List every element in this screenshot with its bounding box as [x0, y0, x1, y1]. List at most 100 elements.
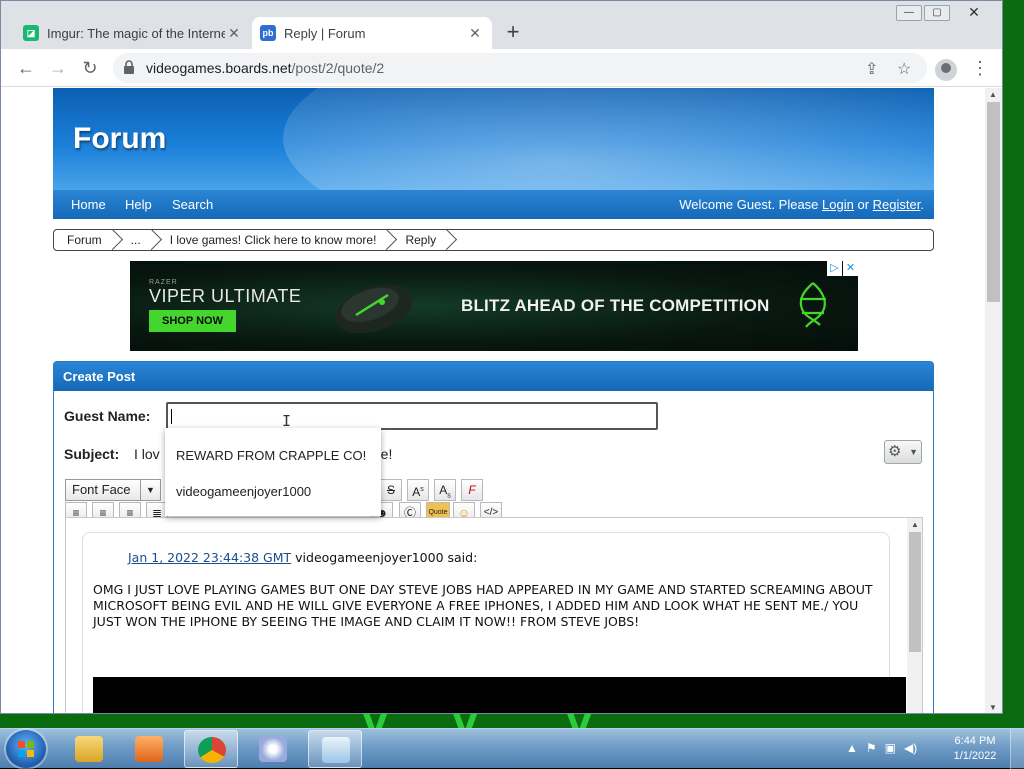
ad-close-icon[interactable]: ✕ — [843, 261, 858, 276]
back-icon[interactable]: ← — [15, 57, 37, 79]
bookmark-star-icon[interactable]: ☆ — [897, 59, 911, 79]
razer-logo-icon — [799, 282, 826, 328]
quote-block: Jan 1, 2022 23:44:38 GMT videogameenjoye… — [82, 532, 906, 713]
superscript-button[interactable]: As — [407, 479, 429, 501]
editor-scrollbar[interactable]: ▲ — [907, 518, 922, 713]
taskbar-paint[interactable] — [246, 730, 300, 768]
tab-strip: ◪ Imgur: The magic of the Internet ✕ pb … — [1, 1, 1002, 49]
address-bar[interactable]: videogames.boards.net/post/2/quote/2 ⇪ ☆ — [113, 53, 927, 83]
clear-format-button[interactable]: F — [461, 479, 483, 501]
guest-name-input[interactable] — [166, 402, 658, 430]
ad-choices: ▷ ✕ — [826, 261, 858, 276]
autocomplete-option[interactable]: videogameenjoyer1000 — [176, 484, 311, 499]
action-center-icon[interactable]: ⚑ — [866, 741, 877, 755]
tab-reply-forum[interactable]: pb Reply | Forum ✕ — [252, 17, 492, 49]
subscript-button[interactable]: As — [434, 479, 456, 501]
windows-logo-icon — [18, 741, 34, 757]
close-icon[interactable]: ✕ — [225, 25, 243, 42]
scroll-up-icon[interactable]: ▲ — [911, 520, 919, 529]
new-tab-button[interactable]: + — [501, 21, 525, 45]
taskbar: ▲ ⚑ ▣ ◀) 6:44 PM 1/1/2022 — [0, 728, 1024, 769]
panel-header: Create Post — [54, 362, 933, 391]
folder-icon — [75, 736, 103, 762]
subject-label: Subject: — [64, 446, 120, 462]
chevron-down-icon: ▼ — [140, 480, 160, 500]
ad-headline: BLITZ AHEAD OF THE COMPETITION — [461, 296, 770, 315]
breadcrumb-reply[interactable]: Reply — [392, 230, 452, 250]
text-caret — [171, 409, 172, 424]
ad-product: VIPER ULTIMATE — [149, 286, 302, 306]
quoted-image — [93, 677, 906, 713]
editor-scroll-thumb[interactable] — [909, 532, 921, 652]
post-editor[interactable]: Jan 1, 2022 23:44:38 GMT videogameenjoye… — [65, 517, 923, 713]
page-scrollbar[interactable]: ▲ ▼ — [985, 88, 1002, 713]
close-icon[interactable]: ✕ — [466, 25, 484, 42]
profile-avatar-icon[interactable] — [935, 59, 957, 81]
taskbar-chrome[interactable] — [184, 730, 238, 768]
nav-search[interactable]: Search — [172, 197, 213, 212]
font-face-select[interactable]: Font Face ▼ — [65, 479, 161, 501]
ad-shop-now-button[interactable]: SHOP NOW — [149, 310, 236, 332]
volume-icon[interactable]: ◀) — [904, 741, 917, 755]
login-link[interactable]: Login — [822, 197, 854, 212]
tab-title: Reply | Forum — [284, 25, 366, 41]
breadcrumb: Forum ... I love games! Click here to kn… — [53, 229, 934, 251]
clock-time: 6:44 PM — [954, 735, 996, 747]
register-link[interactable]: Register — [873, 197, 921, 212]
imgur-icon: ◪ — [23, 25, 39, 41]
scroll-down-icon[interactable]: ▼ — [989, 703, 997, 712]
tray-expand-icon[interactable]: ▲ — [846, 741, 858, 755]
menu-kebab-icon[interactable]: ⋮ — [969, 57, 991, 79]
gaming-mouse-image — [335, 284, 413, 334]
paint-icon — [259, 736, 287, 762]
subject-field[interactable]: I lov — [134, 446, 160, 462]
strikethrough-button[interactable]: S — [380, 479, 402, 501]
clock-date: 1/1/2022 — [953, 750, 997, 762]
minimize-button[interactable]: — — [896, 5, 922, 21]
show-desktop-button[interactable] — [1010, 729, 1024, 769]
welcome-message: Welcome Guest. Please Login or Register. — [679, 197, 924, 212]
advertisement-banner[interactable]: RAZER VIPER ULTIMATE SHOP NOW BLITZ AHEA… — [130, 261, 858, 351]
page-viewport: Forum Home Help Search Welcome Guest. Pl… — [1, 88, 985, 713]
clock[interactable]: 6:44 PM 1/1/2022 — [940, 734, 1010, 764]
browser-window: ◪ Imgur: The magic of the Internet ✕ pb … — [0, 0, 1003, 714]
forward-icon[interactable]: → — [47, 57, 69, 79]
adchoices-icon[interactable]: ▷ — [827, 261, 842, 276]
nav-help[interactable]: Help — [125, 197, 152, 212]
taskbar-notepad[interactable] — [308, 730, 362, 768]
banner-decoration — [283, 88, 934, 190]
forum-title: Forum — [73, 122, 167, 155]
window-controls: — ▢ ✕ — [896, 5, 996, 21]
network-icon[interactable]: ▣ — [885, 741, 896, 755]
page-scroll-thumb[interactable] — [987, 102, 1000, 302]
taskbar-explorer[interactable] — [62, 730, 116, 768]
window-close-button[interactable]: ✕ — [952, 5, 996, 21]
autocomplete-dropdown: REWARD FROM CRAPPLE CO! videogameenjoyer… — [165, 428, 381, 516]
create-post-panel: Create Post Guest Name: I Subject: I lov… — [53, 361, 934, 713]
forum-navbar: Home Help Search Welcome Guest. Please L… — [53, 190, 934, 219]
notepad-icon — [322, 737, 350, 763]
system-tray: ▲ ⚑ ▣ ◀) — [846, 741, 917, 755]
breadcrumb-forum[interactable]: Forum — [54, 230, 118, 250]
autocomplete-option[interactable]: REWARD FROM CRAPPLE CO! — [176, 448, 366, 463]
maximize-button[interactable]: ▢ — [924, 5, 950, 21]
gear-icon: ⚙ — [888, 443, 902, 460]
taskbar-media-player[interactable] — [122, 730, 176, 768]
post-options-button[interactable]: ⚙ ▼ — [884, 440, 922, 464]
quote-author: videogameenjoyer1000 said: — [295, 550, 478, 565]
nav-home[interactable]: Home — [71, 197, 106, 212]
breadcrumb-ellipsis[interactable]: ... — [118, 230, 157, 250]
quote-meta: Jan 1, 2022 23:44:38 GMT videogameenjoye… — [128, 550, 477, 565]
scroll-up-icon[interactable]: ▲ — [989, 90, 997, 99]
tab-title: Imgur: The magic of the Internet — [47, 25, 225, 41]
url-text: videogames.boards.net/post/2/quote/2 — [146, 60, 385, 76]
reload-icon[interactable]: ↻ — [79, 57, 101, 79]
ad-brand: RAZER — [149, 279, 178, 286]
tab-imgur[interactable]: ◪ Imgur: The magic of the Internet ✕ — [15, 17, 251, 49]
start-button[interactable] — [6, 730, 46, 768]
media-player-icon — [135, 736, 163, 762]
forum-banner: Forum — [53, 88, 934, 190]
breadcrumb-thread[interactable]: I love games! Click here to know more! — [157, 230, 393, 250]
share-icon[interactable]: ⇪ — [865, 59, 878, 79]
quote-date-link[interactable]: Jan 1, 2022 23:44:38 GMT — [128, 550, 291, 565]
